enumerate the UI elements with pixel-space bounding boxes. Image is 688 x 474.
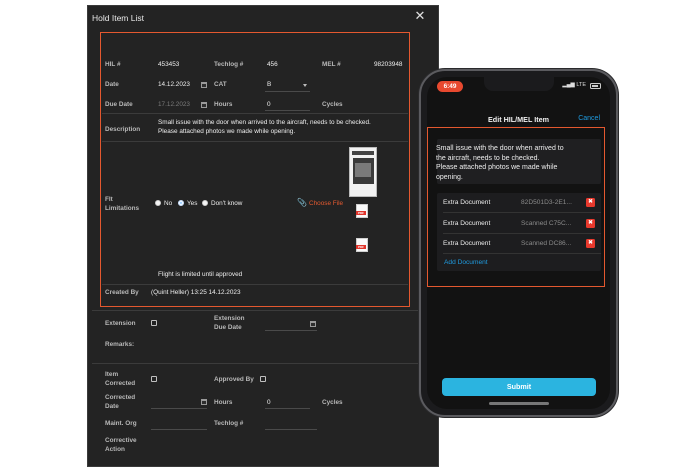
divider [92, 363, 432, 364]
close-icon[interactable]: ✕ [413, 9, 427, 23]
extension-due-label-2: Due Date [214, 324, 242, 331]
approved-by-checkbox[interactable] [260, 376, 266, 382]
cancel-button[interactable]: Cancel [578, 115, 600, 122]
correction-hours-label: Hours [214, 399, 233, 406]
status-network: ▂▄▆ LTE [562, 82, 586, 88]
phone-notch [484, 77, 554, 91]
corrected-date-underline [151, 408, 207, 409]
remarks-label: Remarks: [105, 341, 135, 348]
signal-icon: ▂▄▆ [562, 82, 575, 88]
hold-item-dialog: Hold Item List ✕ HIL # 453453 Techlog # … [87, 5, 439, 467]
calendar-icon[interactable] [201, 399, 207, 405]
maint-org-label: Maint. Org [105, 420, 137, 427]
approved-by-label: Approved By [214, 376, 254, 383]
extension-label: Extension [105, 320, 136, 327]
extension-checkbox[interactable] [151, 320, 157, 326]
divider [92, 310, 432, 311]
highlight-box [100, 32, 410, 307]
corrective-action-label-2: Action [105, 446, 125, 453]
correction-techlog-underline [265, 429, 317, 430]
extension-due-label: Extension [214, 315, 245, 322]
home-indicator [489, 402, 549, 405]
calendar-icon[interactable] [310, 321, 316, 327]
corrected-date-label-2: Date [105, 403, 119, 410]
dialog-title: Hold Item List [92, 13, 144, 23]
correction-hours-input[interactable]: 0 [267, 399, 271, 406]
phone-highlight-box [427, 127, 605, 287]
battery-icon [590, 83, 601, 89]
item-corrected-checkbox[interactable] [151, 376, 157, 382]
correction-hours-underline [265, 408, 310, 409]
extension-due-underline [265, 330, 317, 331]
item-corrected-label: Item [105, 371, 119, 378]
network-label: LTE [576, 82, 586, 88]
corrective-action-label: Corrective [105, 437, 137, 444]
item-corrected-label-2: Corrected [105, 380, 136, 387]
correction-techlog-label: Techlog # [214, 420, 244, 427]
status-time: 6:49 [437, 81, 463, 92]
maint-org-underline [151, 429, 207, 430]
corrected-date-label: Corrected [105, 394, 136, 401]
stage: Hold Item List ✕ HIL # 453453 Techlog # … [0, 0, 688, 474]
correction-cycles-label: Cycles [322, 399, 343, 406]
submit-button[interactable]: Submit [442, 378, 596, 396]
